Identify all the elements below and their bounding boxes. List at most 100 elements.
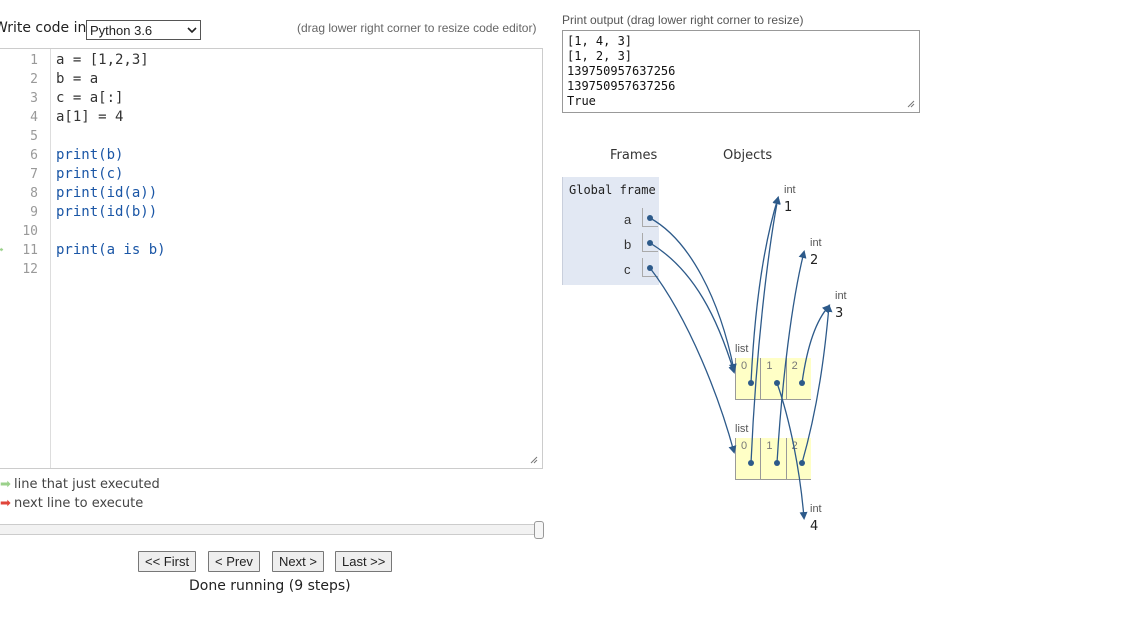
line-number: 10 — [22, 224, 38, 239]
var-pointer-b — [642, 233, 658, 252]
int-object-type: int — [835, 290, 847, 302]
list-object: 0 1 2 — [735, 438, 811, 480]
code-text: print(id(b)) — [56, 204, 158, 220]
step-slider-track[interactable] — [0, 524, 536, 535]
int-object-type: int — [810, 503, 822, 515]
code-line: 10 — [0, 222, 540, 241]
int-object-type: int — [810, 237, 822, 249]
var-name-c: c — [624, 262, 631, 277]
list-index: 0 — [741, 440, 748, 452]
arrow-list0-0-to-int1 — [750, 196, 781, 384]
line-number: 12 — [22, 262, 38, 277]
red-arrow-icon: ➡ — [0, 496, 11, 511]
resize-grip-icon[interactable] — [530, 456, 538, 464]
arrow-a-to-list — [649, 217, 737, 372]
arrow-c-to-list2 — [649, 267, 737, 454]
code-line: 12 — [0, 260, 540, 279]
line-number: 7 — [30, 167, 38, 182]
code-line: 2 b = a — [0, 70, 540, 89]
list-index: 2 — [791, 360, 798, 372]
output-line: [1, 4, 3] — [567, 34, 633, 48]
code-text: b = a — [56, 71, 99, 87]
list-index: 1 — [766, 440, 773, 452]
code-editor[interactable]: 1 a = [1,2,3] 2 b = a 3 c = a[:] 4 a[1] … — [0, 48, 543, 469]
legend-next-line-label: next line to execute — [14, 496, 144, 511]
step-slider-handle[interactable] — [534, 521, 544, 539]
language-select-value: Python 3.6 — [90, 22, 153, 38]
language-select[interactable]: Python 3.6 — [86, 20, 201, 40]
global-frame-title: Global frame — [569, 183, 656, 197]
line-number: 5 — [30, 129, 38, 144]
int-object-value: 1 — [784, 200, 793, 215]
frames-header: Frames — [610, 148, 658, 163]
resize-grip-icon[interactable] — [907, 100, 915, 108]
list-object: 0 1 2 — [735, 358, 811, 400]
objects-header: Objects — [723, 148, 773, 163]
list-index: 0 — [741, 360, 748, 372]
list-cell: 0 — [736, 438, 762, 479]
var-name-a: a — [624, 212, 632, 227]
list-object-type: list — [735, 423, 749, 435]
code-text: a[1] = 4 — [56, 109, 124, 125]
line-number: 1 — [30, 53, 38, 68]
pointer-dots — [647, 215, 805, 466]
last-button[interactable]: Last >> — [335, 551, 393, 572]
code-text: c = a[:] — [56, 90, 124, 106]
code-line: 5 — [0, 127, 540, 146]
code-line: 4 a[1] = 4 — [0, 108, 540, 127]
arrow-b-to-list — [649, 242, 737, 374]
print-output-box[interactable]: [1, 4, 3] [1, 2, 3] 139750957637256 1397… — [562, 30, 920, 113]
list-index: 1 — [766, 360, 773, 372]
list-cell: 1 — [761, 438, 787, 479]
code-text: a = [1,2,3] — [56, 52, 149, 68]
legend-next-line: ➡ next line to execute — [0, 496, 143, 511]
chevron-down-icon — [187, 26, 197, 33]
code-text: print(b) — [56, 147, 124, 163]
print-output-label: Print output (drag lower right corner to… — [562, 13, 804, 27]
code-text: print(id(a)) — [56, 185, 158, 201]
line-number: 3 — [30, 91, 38, 106]
write-code-label: Write code in — [0, 20, 87, 36]
line-number: 8 — [30, 186, 38, 201]
output-line: [1, 2, 3] — [567, 49, 633, 63]
arrow-list1-0-to-int1 — [750, 196, 781, 464]
execution-status: Done running (9 steps) — [189, 578, 351, 594]
list-cell: 2 — [787, 438, 811, 479]
output-line: 139750957637256 — [567, 79, 676, 93]
output-line: True — [567, 94, 596, 108]
int-object-type: int — [784, 184, 796, 196]
next-button[interactable]: Next > — [272, 551, 324, 572]
output-line: 139750957637256 — [567, 64, 676, 78]
code-line: 1 a = [1,2,3] — [0, 51, 540, 70]
code-line: 8 print(id(a)) — [0, 184, 540, 203]
line-number: 2 — [30, 72, 38, 87]
list-object-type: list — [735, 343, 749, 355]
line-number: 11 — [22, 243, 38, 258]
code-line: 9 print(id(b)) — [0, 203, 540, 222]
code-text: print(c) — [56, 166, 124, 182]
prev-button[interactable]: < Prev — [208, 551, 260, 572]
global-frame: Global frame a b c — [562, 177, 659, 285]
code-line: 3 c = a[:] — [0, 89, 540, 108]
var-pointer-c — [642, 258, 658, 277]
int-object-value: 4 — [810, 519, 819, 534]
list-cell: 2 — [787, 358, 811, 399]
code-line: 6 print(b) — [0, 146, 540, 165]
code-line-current: ➡ 11 print(a is b) — [0, 241, 540, 260]
legend-just-executed-label: line that just executed — [14, 477, 160, 492]
editor-resize-hint: (drag lower right corner to resize code … — [297, 21, 537, 35]
list-cell: 1 — [761, 358, 787, 399]
legend-just-executed: ➡ line that just executed — [0, 477, 160, 492]
line-number: 4 — [30, 110, 38, 125]
int-object-value: 2 — [810, 253, 819, 268]
first-button[interactable]: << First — [138, 551, 197, 572]
var-pointer-a — [642, 208, 658, 227]
int-object-value: 3 — [835, 306, 844, 321]
line-number: 6 — [30, 148, 38, 163]
line-number: 9 — [30, 205, 38, 220]
code-text: print(a is b) — [56, 242, 166, 258]
list-index: 2 — [791, 440, 798, 452]
green-arrow-icon: ➡ — [0, 477, 11, 492]
list-cell: 0 — [736, 358, 762, 399]
code-line: 7 print(c) — [0, 165, 540, 184]
